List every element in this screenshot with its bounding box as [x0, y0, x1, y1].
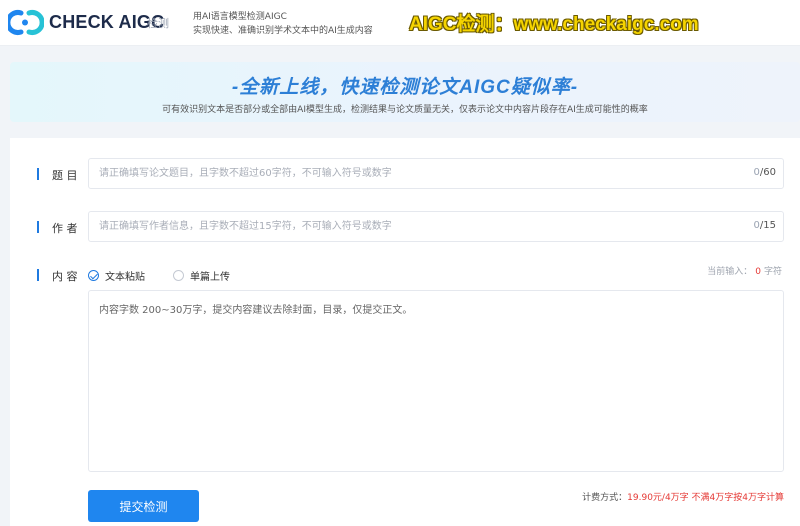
title-char-counter: 0/60: [754, 167, 776, 178]
checked-radio-icon: [88, 270, 99, 281]
content-label: 内 容: [37, 269, 78, 283]
price-prefix: 计费方式：: [582, 493, 628, 503]
title-input[interactable]: [89, 159, 783, 188]
current-input-number: 0: [755, 267, 761, 277]
radio-single-upload[interactable]: 单篇上传: [173, 268, 230, 283]
radio-text-paste-label: 文本粘贴: [105, 272, 145, 283]
title-label: 题 目: [37, 168, 78, 182]
author-count-max: /15: [759, 220, 776, 231]
tagline-line-1: 用AI语言模型检测AIGC: [193, 12, 287, 22]
pricing-info: 计费方式：19.90元/4万字 不满4万字按4万字计算: [582, 490, 784, 503]
price-value: 19.90元/4万字 不满4万字按4万字计算: [627, 493, 784, 503]
banner-subtitle: 可有效识别文本是否部分或全部由AI模型生成，检测结果与论文质量无关，仅表示论文中…: [162, 105, 648, 115]
radio-single-upload-label: 单篇上传: [190, 272, 230, 283]
title-count-max: /60: [759, 167, 776, 178]
author-label: 作 者: [37, 221, 78, 235]
author-char-counter: 0/15: [754, 220, 776, 231]
tagline-line-2: 实现快速、准确识别学术文本中的AI生成内容: [193, 26, 373, 36]
submit-check-button[interactable]: 提交检测: [88, 490, 199, 522]
banner-title: -全新上线，快速检测论文AIGC疑似率-: [231, 77, 579, 98]
title-field-wrapper: [88, 158, 784, 189]
current-input-prefix: 当前输入：: [707, 267, 753, 277]
promo-url-watermark: AIGC检测：www.checkaigc.com: [409, 14, 699, 35]
author-field-wrapper: [88, 211, 784, 242]
checkaigc-logo-icon[interactable]: [8, 9, 44, 36]
current-input-count: 当前输入： 0 字符: [707, 264, 782, 277]
brand-subtitle: 检测: [147, 17, 169, 30]
unchecked-radio-icon: [173, 270, 184, 281]
content-textarea[interactable]: [89, 291, 783, 471]
submission-form: 题 目 0/60 作 者 0/15 内 容 文本粘贴 单篇上传 当前输入：0字符…: [10, 138, 800, 526]
radio-text-paste[interactable]: 文本粘贴: [88, 268, 145, 283]
site-header: CHECK AIGC 检测 用AI语言模型检测AIGC 实现快速、准确识别学术文…: [0, 0, 800, 46]
content-textarea-wrapper: [88, 290, 784, 472]
current-input-suffix: 字符: [763, 267, 782, 277]
author-input[interactable]: [89, 212, 783, 241]
hero-banner: -全新上线，快速检测论文AIGC疑似率- 可有效识别文本是否部分或全部由AI模型…: [10, 62, 800, 122]
